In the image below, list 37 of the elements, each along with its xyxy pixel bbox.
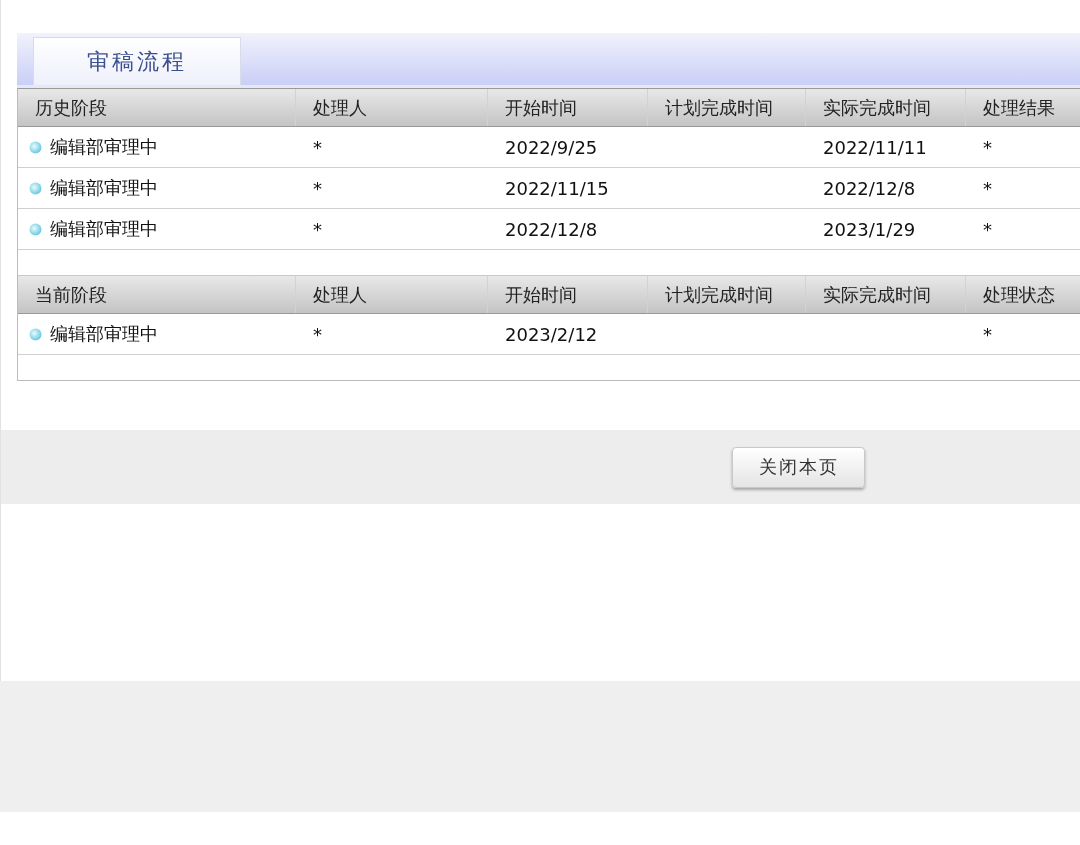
close-page-button[interactable]: 关闭本页 (732, 446, 865, 488)
bullet-icon (29, 327, 42, 341)
table-cell: 编辑部审理中 (50, 176, 158, 200)
table-cell: 编辑部审理中 (50, 135, 158, 159)
table-cell: 2022/12/8 (823, 177, 916, 199)
column-header: 处理人 (296, 89, 488, 126)
column-header: 实际完成时间 (806, 276, 966, 313)
table-cell: 2022/9/25 (505, 136, 598, 158)
column-header: 处理结果 (966, 89, 1080, 126)
column-header: 开始时间 (488, 276, 648, 313)
table-cell: * (983, 136, 992, 158)
column-header: 当前阶段 (18, 276, 296, 313)
table-cell: 编辑部审理中 (50, 217, 158, 241)
column-header: 处理状态 (966, 276, 1080, 313)
table-cell: 编辑部审理中 (50, 322, 158, 346)
table-cell: * (313, 136, 322, 158)
table-cell: * (983, 323, 992, 345)
column-header: 实际完成时间 (806, 89, 966, 126)
table-cell: * (313, 218, 322, 240)
table-cell: 2022/11/11 (823, 136, 927, 158)
table-cell: * (983, 218, 992, 240)
column-header: 计划完成时间 (648, 89, 806, 126)
column-header: 处理人 (296, 276, 488, 313)
table-cell: 2023/1/29 (823, 218, 916, 240)
column-header: 开始时间 (488, 89, 648, 126)
table-cell: 2023/2/12 (505, 323, 598, 345)
table-cell: 2022/11/15 (505, 177, 609, 199)
table-cell: * (983, 177, 992, 199)
column-header: 计划完成时间 (648, 276, 806, 313)
bullet-icon (29, 181, 42, 195)
column-header: 历史阶段 (18, 89, 296, 126)
table-cell: * (313, 323, 322, 345)
table-cell: 2022/12/8 (505, 218, 598, 240)
bullet-icon (29, 140, 42, 154)
bullet-icon (29, 222, 42, 236)
tab[interactable]: 审稿流程 (33, 37, 241, 85)
table-cell: * (313, 177, 322, 199)
